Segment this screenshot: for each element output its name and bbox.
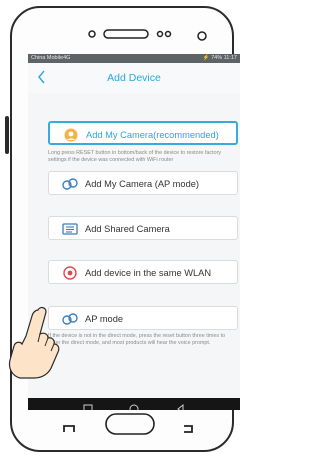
- option-label: Add device in the same WLAN: [85, 268, 212, 278]
- sensor-dot: [164, 30, 172, 38]
- carrier-label: China Mobile4G: [31, 55, 71, 61]
- reset-instructions: Long press RESET button in bottom/back o…: [48, 150, 222, 163]
- front-camera-icon: [88, 30, 96, 38]
- ap-mode-instructions: If the device is not in the direct mode,…: [48, 333, 226, 346]
- sensor-dot: [156, 30, 164, 38]
- page-title: Add Device: [107, 72, 161, 84]
- camera-avatar-icon: [64, 128, 78, 142]
- phone-bottom-hardware: [63, 413, 193, 435]
- proximity-sensor: [197, 31, 207, 41]
- status-bar: China Mobile4G ⚡ 74% 11:17: [28, 54, 240, 63]
- location-pin-icon: [63, 266, 77, 280]
- option-label: AP mode: [85, 314, 124, 324]
- option-label: Add Shared Camera: [85, 224, 170, 234]
- phone-top-hardware: [88, 29, 207, 41]
- option-label: Add My Camera(recommended): [86, 130, 219, 140]
- add-device-same-wlan-button[interactable]: Add device in the same WLAN: [48, 260, 238, 284]
- link-icon: [62, 178, 78, 190]
- link-icon: [62, 313, 78, 325]
- hardware-home-button: [105, 413, 155, 435]
- share-icon: [62, 223, 78, 235]
- app-header: Add Device: [28, 63, 240, 93]
- hardware-recent-apps-icon: [63, 425, 75, 432]
- add-my-camera-recommended-button[interactable]: Add My Camera(recommended): [48, 121, 238, 145]
- earpiece-speaker: [103, 29, 149, 39]
- add-my-camera-ap-mode-button[interactable]: Add My Camera (AP mode): [48, 171, 238, 195]
- phone-side-button: [5, 116, 9, 154]
- ap-mode-button[interactable]: AP mode: [48, 306, 238, 330]
- tapping-hand-icon: [8, 306, 60, 379]
- option-label: Add My Camera (AP mode): [85, 179, 200, 189]
- hardware-back-icon: [184, 425, 193, 433]
- add-shared-camera-button[interactable]: Add Shared Camera: [48, 216, 238, 240]
- status-indicators: ⚡ 74% 11:17: [202, 55, 237, 61]
